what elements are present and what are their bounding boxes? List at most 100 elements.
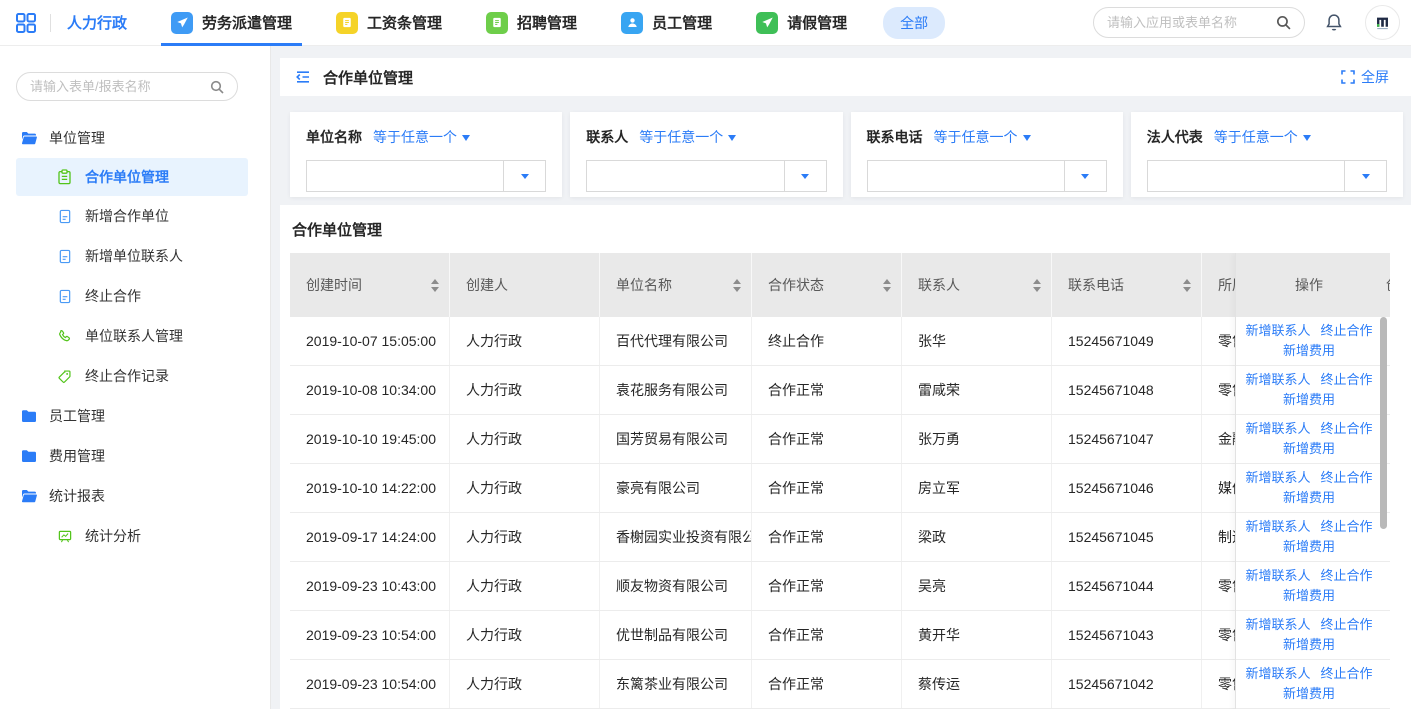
data-table: 创建时间创建人单位名称合作状态联系人联系电话所属创 2019-10-07 15:…	[290, 253, 1390, 709]
sort-icon[interactable]	[431, 275, 439, 296]
sort-icon[interactable]	[733, 275, 741, 296]
collapse-sidebar-icon[interactable]	[294, 68, 312, 86]
select-caret-cell[interactable]	[784, 161, 826, 191]
clipboard-icon	[56, 169, 73, 185]
fullscreen-button[interactable]: 全屏	[1341, 67, 1389, 87]
add-contact-link[interactable]: 新增联系人	[1245, 419, 1310, 439]
tab-leave[interactable]: 请假管理	[734, 0, 869, 46]
add-contact-link[interactable]: 新增联系人	[1245, 321, 1310, 341]
add-fee-link[interactable]: 新增费用	[1283, 341, 1335, 361]
notification-bell-icon[interactable]	[1324, 12, 1344, 33]
add-contact-link[interactable]: 新增联系人	[1245, 517, 1310, 537]
cell-created: 2019-10-10 14:22:00	[290, 464, 450, 512]
cell-creator: 人力行政	[450, 464, 600, 512]
end-cooperation-link[interactable]: 终止合作	[1321, 321, 1373, 341]
add-fee-link[interactable]: 新增费用	[1283, 488, 1335, 508]
sidebar-item-end-cooperation-records[interactable]: 终止合作记录	[0, 356, 270, 396]
cell-creator: 人力行政	[450, 611, 600, 659]
sidebar-folder-statistics-reports[interactable]: 统计报表	[0, 476, 270, 516]
filter-operator-dropdown[interactable]: 等于任意一个	[639, 127, 736, 147]
sidebar-item-add-partner-unit[interactable]: 新增合作单位	[0, 196, 270, 236]
sidebar-folder-employee-management[interactable]: 员工管理	[0, 396, 270, 436]
end-cooperation-link[interactable]: 终止合作	[1321, 664, 1373, 684]
select-caret-cell[interactable]	[1344, 161, 1386, 191]
filter-value-select[interactable]	[867, 160, 1107, 192]
add-contact-link[interactable]: 新增联系人	[1245, 664, 1310, 684]
cell-creator: 人力行政	[450, 513, 600, 561]
column-header-3[interactable]: 合作状态	[752, 253, 902, 317]
sidebar-folder-unit-management[interactable]: 单位管理	[0, 118, 270, 158]
filter-legal-representative: 法人代表 等于任意一个	[1131, 112, 1403, 197]
tree-item-label: 统计报表	[49, 486, 105, 506]
sort-icon[interactable]	[1033, 275, 1041, 296]
divider	[50, 14, 51, 32]
filter-value-input[interactable]	[868, 161, 1064, 191]
column-header-0[interactable]: 创建时间	[290, 253, 450, 317]
add-contact-link[interactable]: 新增联系人	[1245, 370, 1310, 390]
global-search[interactable]	[1093, 7, 1305, 38]
add-contact-link[interactable]: 新增联系人	[1245, 615, 1310, 635]
table-body: 2019-10-07 15:05:00人力行政百代代理有限公司终止合作张华152…	[290, 317, 1390, 709]
add-fee-link[interactable]: 新增费用	[1283, 439, 1335, 459]
tab-payslip[interactable]: 工资条管理	[314, 0, 464, 46]
add-fee-link[interactable]: 新增费用	[1283, 390, 1335, 410]
add-fee-link[interactable]: 新增费用	[1283, 635, 1335, 655]
filter-value-input[interactable]	[307, 161, 503, 191]
cell-company: 袁花服务有限公司	[600, 366, 752, 414]
end-cooperation-link[interactable]: 终止合作	[1321, 615, 1373, 635]
page-header: 合作单位管理 全屏	[280, 58, 1411, 96]
app-grid-icon[interactable]	[15, 12, 37, 34]
sidebar-search[interactable]	[16, 72, 238, 101]
add-fee-link[interactable]: 新增费用	[1283, 586, 1335, 606]
filter-value-select[interactable]	[586, 160, 826, 192]
tab-employees[interactable]: 员工管理	[599, 0, 734, 46]
end-cooperation-link[interactable]: 终止合作	[1321, 566, 1373, 586]
filter-operator-dropdown[interactable]: 等于任意一个	[1214, 127, 1311, 147]
end-cooperation-link[interactable]: 终止合作	[1321, 468, 1373, 488]
add-fee-link[interactable]: 新增费用	[1283, 684, 1335, 704]
phone-icon	[56, 329, 73, 344]
sort-icon[interactable]	[1183, 275, 1191, 296]
end-cooperation-link[interactable]: 终止合作	[1321, 370, 1373, 390]
tab-all-badge[interactable]: 全部	[883, 7, 945, 39]
column-header-2[interactable]: 单位名称	[600, 253, 752, 317]
add-contact-link[interactable]: 新增联系人	[1245, 566, 1310, 586]
tab-recruitment[interactable]: 招聘管理	[464, 0, 599, 46]
sort-icon[interactable]	[883, 275, 891, 296]
add-contact-link[interactable]: 新增联系人	[1245, 468, 1310, 488]
select-caret-cell[interactable]	[503, 161, 545, 191]
add-fee-link[interactable]: 新增费用	[1283, 537, 1335, 557]
cell-created: 2019-09-23 10:54:00	[290, 611, 450, 659]
end-cooperation-link[interactable]: 终止合作	[1321, 419, 1373, 439]
topbar: 人力行政 劳务派遣管理 工资条管理 招聘管理 员工管理 请假管理 全部	[0, 0, 1411, 46]
select-caret-cell[interactable]	[1064, 161, 1106, 191]
filter-operator-dropdown[interactable]: 等于任意一个	[934, 127, 1031, 147]
filter-value-select[interactable]	[1147, 160, 1387, 192]
table-vertical-scrollbar[interactable]	[1380, 317, 1387, 529]
search-icon[interactable]	[1276, 15, 1291, 30]
sidebar-item-statistics-analysis[interactable]: 统计分析	[0, 516, 270, 556]
tab-labor-dispatch[interactable]: 劳务派遣管理	[149, 0, 314, 46]
sidebar-search-input[interactable]	[30, 79, 202, 94]
document-icon	[56, 289, 73, 304]
filter-value-select[interactable]	[306, 160, 546, 192]
filter-value-input[interactable]	[587, 161, 783, 191]
sidebar-item-partner-unit-management[interactable]: 合作单位管理	[16, 158, 248, 196]
filter-operator-dropdown[interactable]: 等于任意一个	[373, 127, 470, 147]
tree-item-label: 员工管理	[49, 406, 105, 426]
filter-value-input[interactable]	[1148, 161, 1344, 191]
column-header-4[interactable]: 联系人	[902, 253, 1052, 317]
sidebar-item-unit-contact-management[interactable]: 单位联系人管理	[0, 316, 270, 356]
column-header-5[interactable]: 联系电话	[1052, 253, 1202, 317]
tab-home[interactable]: 人力行政	[67, 12, 127, 33]
cell-status: 合作正常	[752, 611, 902, 659]
sidebar-folder-expense-management[interactable]: 费用管理	[0, 436, 270, 476]
sidebar-item-end-cooperation[interactable]: 终止合作	[0, 276, 270, 316]
global-search-input[interactable]	[1107, 15, 1268, 30]
tree-item-label: 单位管理	[49, 128, 105, 148]
search-icon[interactable]	[210, 80, 224, 94]
sidebar-item-add-unit-contact[interactable]: 新增单位联系人	[0, 236, 270, 276]
end-cooperation-link[interactable]: 终止合作	[1321, 517, 1373, 537]
cell-company: 豪亮有限公司	[600, 464, 752, 512]
user-avatar[interactable]	[1365, 5, 1400, 40]
